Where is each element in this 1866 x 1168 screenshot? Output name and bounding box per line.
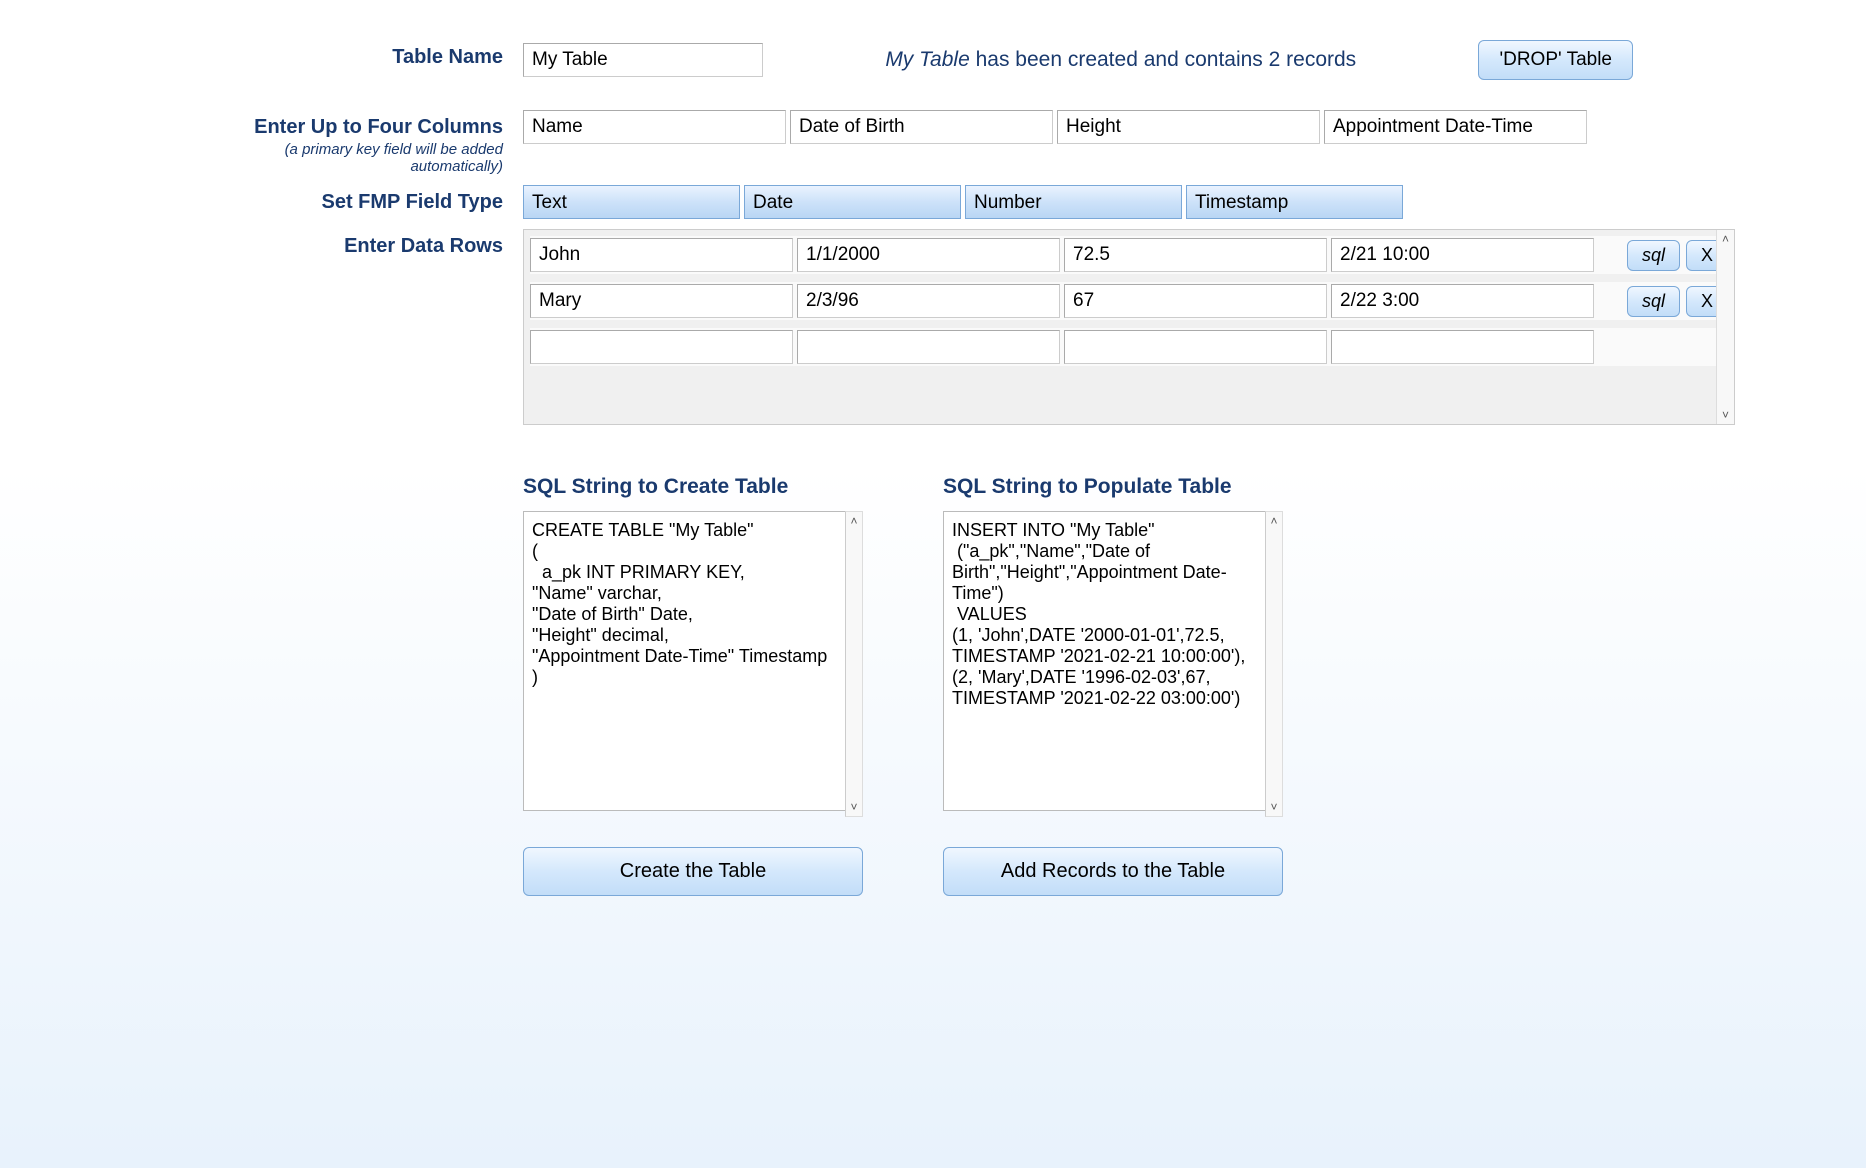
drop-table-button[interactable]: 'DROP' Table <box>1478 40 1633 80</box>
cell-1-2[interactable] <box>1064 284 1327 318</box>
data-row: sql X <box>530 282 1728 320</box>
cell-2-3[interactable] <box>1331 330 1594 364</box>
cell-0-1[interactable] <box>797 238 1060 272</box>
sql-insert-textarea[interactable] <box>943 511 1283 811</box>
scrollbar[interactable]: ˄ ˅ <box>1265 511 1283 817</box>
scroll-up-icon[interactable]: ˄ <box>1270 512 1277 530</box>
scroll-down-icon[interactable]: ˅ <box>1270 798 1277 816</box>
data-row: sql X <box>530 236 1728 274</box>
sql-insert-heading: SQL String to Populate Table <box>943 475 1283 499</box>
row-sql-button[interactable]: sql <box>1627 286 1680 317</box>
cell-0-0[interactable] <box>530 238 793 272</box>
scroll-down-icon[interactable]: ˅ <box>850 798 857 816</box>
cell-0-3[interactable] <box>1331 238 1594 272</box>
column-name-3[interactable] <box>1324 110 1587 144</box>
column-name-0[interactable] <box>523 110 786 144</box>
data-rows-area: sql X sql X <box>523 229 1735 425</box>
label-table-name: Table Name <box>233 40 523 69</box>
scrollbar[interactable]: ˄ ˅ <box>845 511 863 817</box>
row-sql-button[interactable]: sql <box>1627 240 1680 271</box>
field-type-2[interactable]: Number <box>965 185 1182 219</box>
cell-1-0[interactable] <box>530 284 793 318</box>
scrollbar[interactable]: ˄ ˅ <box>1716 230 1734 424</box>
column-name-1[interactable] <box>790 110 1053 144</box>
add-records-button[interactable]: Add Records to the Table <box>943 847 1283 896</box>
label-columns: Enter Up to Four Columns (a primary key … <box>233 110 523 175</box>
sql-create-textarea[interactable] <box>523 511 863 811</box>
cell-0-2[interactable] <box>1064 238 1327 272</box>
table-name-input[interactable] <box>523 43 763 77</box>
status-rest: has been created and contains 2 records <box>970 48 1356 71</box>
cell-2-0[interactable] <box>530 330 793 364</box>
field-type-3[interactable]: Timestamp <box>1186 185 1403 219</box>
status-message: My Table has been created and contains 2… <box>771 48 1470 72</box>
label-field-type: Set FMP Field Type <box>233 185 523 214</box>
cell-2-2[interactable] <box>1064 330 1327 364</box>
cell-2-1[interactable] <box>797 330 1060 364</box>
cell-1-1[interactable] <box>797 284 1060 318</box>
scroll-up-icon[interactable]: ˄ <box>1722 230 1729 248</box>
cell-1-3[interactable] <box>1331 284 1594 318</box>
data-row <box>530 328 1728 366</box>
status-table-name: My Table <box>885 48 969 71</box>
column-name-2[interactable] <box>1057 110 1320 144</box>
sql-create-heading: SQL String to Create Table <box>523 475 863 499</box>
field-type-1[interactable]: Date <box>744 185 961 219</box>
create-table-button[interactable]: Create the Table <box>523 847 863 896</box>
scroll-down-icon[interactable]: ˅ <box>1722 406 1729 424</box>
label-data-rows: Enter Data Rows <box>233 229 523 258</box>
scroll-up-icon[interactable]: ˄ <box>850 512 857 530</box>
field-type-0[interactable]: Text <box>523 185 740 219</box>
